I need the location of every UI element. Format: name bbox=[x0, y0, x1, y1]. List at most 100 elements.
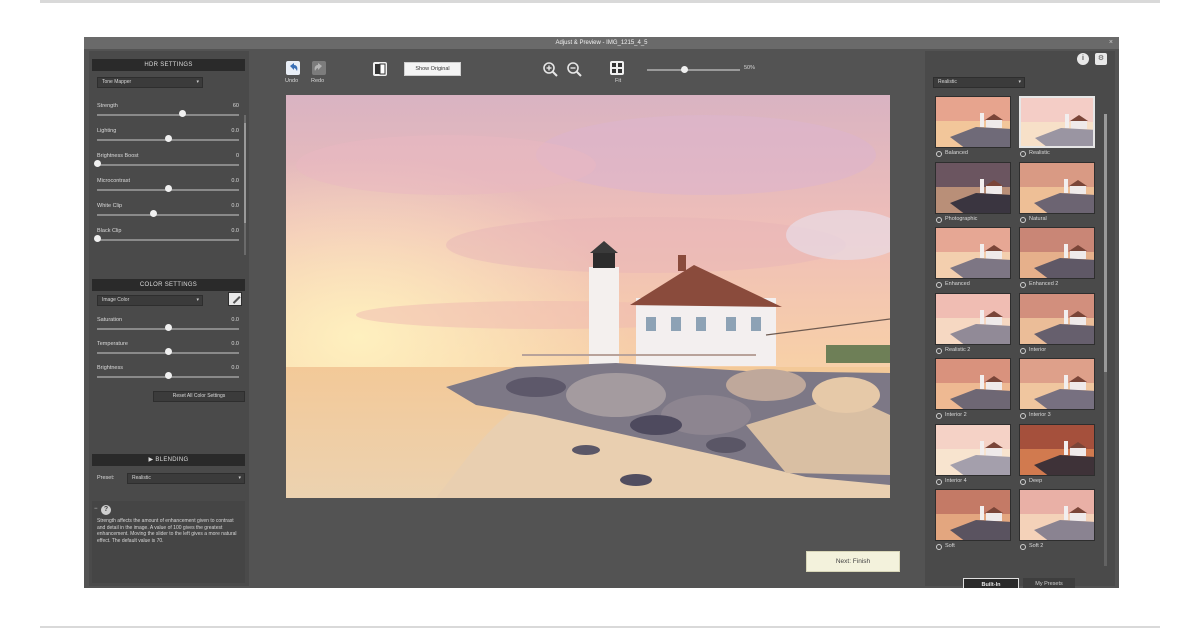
preset-preview-image[interactable] bbox=[935, 292, 1011, 345]
preset-preview-image[interactable] bbox=[1019, 96, 1095, 148]
zoom-slider-track[interactable] bbox=[647, 69, 740, 71]
preset-thumbnail-soft-2[interactable]: Soft 2 bbox=[1019, 489, 1095, 553]
hdr-scrollbar[interactable] bbox=[244, 115, 246, 255]
tone-mapper-dropdown[interactable]: Tone Mapper ▾ bbox=[97, 77, 203, 88]
preset-preview-image[interactable] bbox=[1019, 423, 1095, 476]
preset-radio[interactable] bbox=[1020, 347, 1026, 354]
next-finish-button[interactable]: Next: Finish bbox=[806, 551, 900, 572]
preset-thumbnail-interior-3[interactable]: Interior 3 bbox=[1019, 358, 1095, 422]
slider-thumb[interactable] bbox=[178, 110, 186, 117]
preset-radio[interactable] bbox=[1020, 282, 1026, 288]
zoom-value: 50% bbox=[744, 65, 756, 71]
preset-radio[interactable] bbox=[936, 347, 942, 354]
preset-thumbnail-interior-2[interactable]: Interior 2 bbox=[935, 358, 1011, 422]
preset-thumbnail-interior[interactable]: Interior bbox=[1019, 292, 1095, 357]
slider-thumb[interactable] bbox=[164, 372, 172, 379]
presets-scrollbar[interactable] bbox=[1104, 114, 1107, 566]
preset-thumbnail-realistic-2[interactable]: Realistic 2 bbox=[935, 292, 1011, 357]
slider-track[interactable] bbox=[97, 214, 239, 216]
preset-thumbnail-balanced[interactable]: Balanced bbox=[935, 96, 1011, 160]
blending-header[interactable]: ▶ BLENDING bbox=[92, 454, 245, 466]
preset-radio[interactable] bbox=[1020, 216, 1026, 223]
slider-label: Lighting bbox=[97, 128, 117, 134]
fit-button[interactable] bbox=[610, 61, 624, 75]
hdr-slider-microcontrast[interactable]: Microcontrast 0.0 bbox=[97, 178, 239, 200]
color-slider-saturation[interactable]: Saturation 0.0 bbox=[97, 317, 239, 339]
hdr-slider-strength[interactable]: Strength 60 bbox=[97, 103, 239, 125]
preset-preview-image[interactable] bbox=[935, 489, 1011, 541]
preset-preview-image[interactable] bbox=[1019, 292, 1095, 345]
preset-thumbnail-deep[interactable]: Deep bbox=[1019, 423, 1095, 488]
preset-radio[interactable] bbox=[936, 282, 942, 288]
hdr-slider-lighting[interactable]: Lighting 0.0 bbox=[97, 128, 239, 150]
info-icon[interactable]: i bbox=[1077, 53, 1089, 65]
color-slider-temperature[interactable]: Temperature 0.0 bbox=[97, 341, 239, 363]
color-picker-button[interactable] bbox=[228, 292, 242, 306]
preset-thumbnail-realistic[interactable]: Realistic bbox=[1019, 96, 1095, 160]
hdr-slider-white-clip[interactable]: White Clip 0.0 bbox=[97, 203, 239, 225]
zoom-out-button[interactable] bbox=[566, 61, 582, 77]
slider-thumb[interactable] bbox=[164, 348, 172, 355]
undo-button[interactable] bbox=[286, 61, 300, 75]
presets-scrollbar-thumb[interactable] bbox=[1104, 114, 1107, 372]
zoom-in-button[interactable] bbox=[542, 61, 558, 77]
preset-radio[interactable] bbox=[936, 151, 942, 157]
close-icon[interactable]: × bbox=[1109, 37, 1113, 49]
color-settings-header[interactable]: COLOR SETTINGS bbox=[92, 279, 245, 291]
settings-icon[interactable]: ⚙ bbox=[1095, 53, 1107, 65]
preview-image[interactable] bbox=[286, 95, 890, 498]
zoom-slider-thumb[interactable] bbox=[680, 66, 688, 73]
collapse-icon[interactable]: − bbox=[94, 506, 98, 512]
preset-preview-image[interactable] bbox=[1019, 358, 1095, 410]
preset-thumbnail-natural[interactable]: Natural bbox=[1019, 161, 1095, 226]
slider-thumb[interactable] bbox=[93, 235, 101, 242]
slider-value: 0.0 bbox=[231, 203, 239, 209]
slider-track[interactable] bbox=[97, 114, 239, 116]
preset-thumbnail-soft[interactable]: Soft bbox=[935, 489, 1011, 553]
preset-thumbnail-photographic[interactable]: Photographic bbox=[935, 161, 1011, 226]
preset-radio[interactable] bbox=[1020, 413, 1026, 419]
slider-label: Microcontrast bbox=[97, 178, 131, 184]
preset-preview-image[interactable] bbox=[935, 227, 1011, 279]
show-original-button[interactable]: Show Original bbox=[404, 62, 461, 76]
preset-preview-image[interactable] bbox=[935, 96, 1011, 148]
split-view-button[interactable] bbox=[373, 62, 387, 76]
slider-thumb[interactable] bbox=[93, 160, 101, 167]
preset-preview-image[interactable] bbox=[1019, 161, 1095, 214]
reset-color-settings-button[interactable]: Reset All Color Settings bbox=[153, 391, 245, 402]
hdr-settings-header[interactable]: HDR SETTINGS bbox=[92, 59, 245, 71]
chevron-down-icon: ▾ bbox=[238, 475, 241, 481]
hdr-scrollbar-thumb[interactable] bbox=[244, 123, 246, 223]
preset-radio[interactable] bbox=[1020, 151, 1026, 157]
slider-track[interactable] bbox=[97, 239, 239, 241]
blend-preset-dropdown[interactable]: Realistic ▾ bbox=[127, 473, 245, 484]
slider-thumb[interactable] bbox=[164, 324, 172, 331]
preset-radio[interactable] bbox=[936, 413, 942, 419]
slider-thumb[interactable] bbox=[164, 135, 172, 142]
preset-radio[interactable] bbox=[1020, 478, 1026, 485]
tab-built-in[interactable]: Built-In bbox=[963, 578, 1019, 588]
slider-thumb[interactable] bbox=[164, 185, 172, 192]
preset-preview-image[interactable] bbox=[1019, 227, 1095, 279]
hdr-slider-brightness-boost[interactable]: Brightness Boost 0 bbox=[93, 153, 239, 175]
preset-preview-image[interactable] bbox=[935, 358, 1011, 410]
preset-thumbnail-enhanced-2[interactable]: Enhanced 2 bbox=[1019, 227, 1095, 291]
preset-preview-image[interactable] bbox=[935, 423, 1011, 476]
preset-preview-image[interactable] bbox=[1019, 489, 1095, 541]
preset-thumbnail-enhanced[interactable]: Enhanced bbox=[935, 227, 1011, 291]
tab-my-presets[interactable]: My Presets bbox=[1023, 578, 1075, 588]
image-color-dropdown[interactable]: Image Color ▾ bbox=[97, 295, 203, 306]
preset-name: Balanced bbox=[945, 150, 968, 156]
preset-radio[interactable] bbox=[936, 478, 942, 485]
preset-category-dropdown[interactable]: Realistic ▾ bbox=[933, 77, 1025, 88]
redo-button[interactable] bbox=[312, 61, 326, 75]
preset-thumbnail-interior-4[interactable]: Interior 4 bbox=[935, 423, 1011, 488]
preset-radio[interactable] bbox=[1020, 544, 1026, 550]
preset-preview-image[interactable] bbox=[935, 161, 1011, 214]
hdr-slider-black-clip[interactable]: Black Clip 0.0 bbox=[93, 228, 239, 250]
preset-radio[interactable] bbox=[936, 544, 942, 550]
help-icon[interactable]: ? bbox=[101, 505, 111, 515]
slider-track[interactable] bbox=[97, 164, 239, 166]
preset-radio[interactable] bbox=[936, 216, 942, 223]
color-slider-brightness[interactable]: Brightness 0.0 bbox=[97, 365, 239, 387]
